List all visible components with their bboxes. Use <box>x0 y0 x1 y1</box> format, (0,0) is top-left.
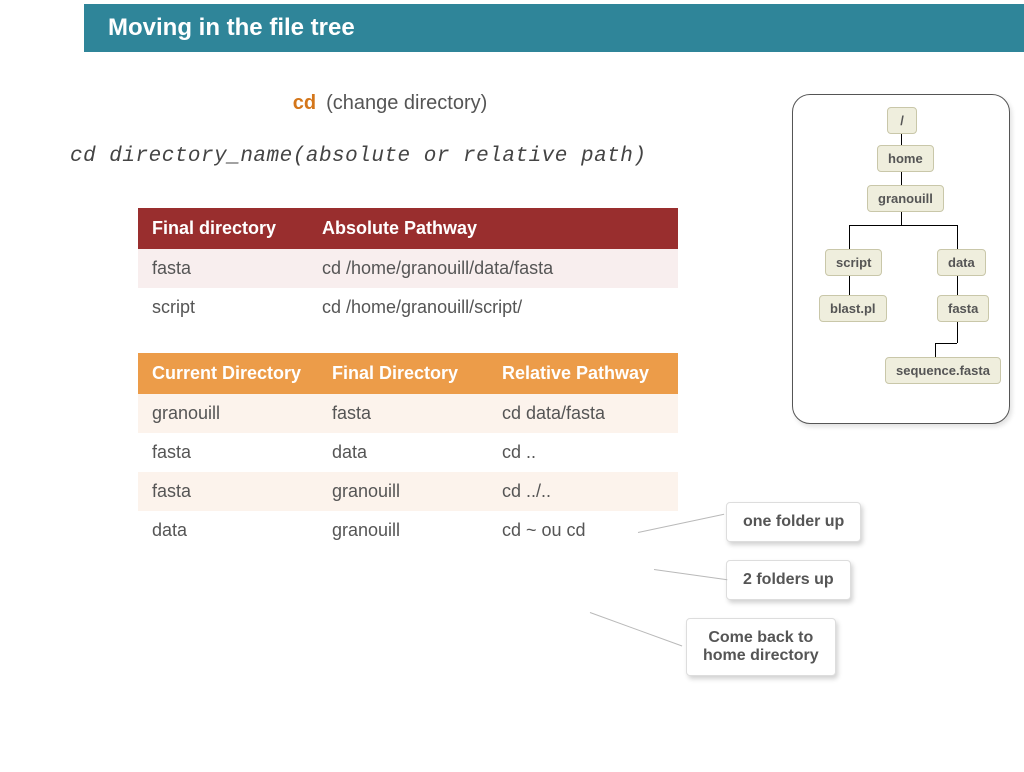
cell-cmd: cd ../.. <box>488 472 678 511</box>
cell-cmd: cd data/fasta <box>488 394 678 433</box>
table1-header-path: Absolute Pathway <box>308 208 678 249</box>
tree-node-fasta: fasta <box>937 295 989 322</box>
tree-node-home: home <box>877 145 934 172</box>
cell-dir: script <box>138 288 308 327</box>
table2-header-cur: Current Directory <box>138 353 318 394</box>
tree-node-script: script <box>825 249 882 276</box>
cell-cur: fasta <box>138 433 318 472</box>
cell-fin: data <box>318 433 488 472</box>
slide-title: Moving in the file tree <box>84 4 1024 52</box>
table2-header-fin: Final Directory <box>318 353 488 394</box>
table-row: fasta cd /home/granouill/data/fasta <box>138 249 678 288</box>
cell-fin: fasta <box>318 394 488 433</box>
relative-path-table: Current Directory Final Directory Relati… <box>138 353 678 550</box>
callout-home: Come back to home directory <box>686 618 836 676</box>
cell-fin: granouill <box>318 472 488 511</box>
tree-node-root: / <box>887 107 917 134</box>
command-line: cd (change directory) <box>0 92 780 115</box>
cell-cur: data <box>138 511 318 550</box>
table-row: fasta data cd .. <box>138 433 678 472</box>
callout-connector <box>654 569 727 580</box>
callout-connector <box>590 612 682 646</box>
cell-cmd: cd .. <box>488 433 678 472</box>
tree-node-data: data <box>937 249 986 276</box>
table-row: script cd /home/granouill/script/ <box>138 288 678 327</box>
table-row: data granouill cd ~ ou cd <box>138 511 678 550</box>
cell-cmd: cd /home/granouill/script/ <box>308 288 678 327</box>
cell-fin: granouill <box>318 511 488 550</box>
command-description-text: (change directory) <box>326 92 487 114</box>
cell-dir: fasta <box>138 249 308 288</box>
callout-two-up: 2 folders up <box>726 560 851 600</box>
file-tree: / home granouill script data blast.pl fa… <box>801 107 1001 415</box>
table-row: fasta granouill cd ../.. <box>138 472 678 511</box>
tree-node-user: granouill <box>867 185 944 212</box>
cell-cur: granouill <box>138 394 318 433</box>
tree-node-blast: blast.pl <box>819 295 887 322</box>
table1-header-dir: Final directory <box>138 208 308 249</box>
table-row: granouill fasta cd data/fasta <box>138 394 678 433</box>
cell-cmd: cd /home/granouill/data/fasta <box>308 249 678 288</box>
command-name: cd <box>293 92 316 114</box>
tree-node-sequence: sequence.fasta <box>885 357 1001 384</box>
callout-one-up: one folder up <box>726 502 861 542</box>
absolute-path-table: Final directory Absolute Pathway fasta c… <box>138 208 678 327</box>
table2-header-rel: Relative Pathway <box>488 353 678 394</box>
file-tree-panel: / home granouill script data blast.pl fa… <box>792 94 1010 424</box>
cell-cur: fasta <box>138 472 318 511</box>
